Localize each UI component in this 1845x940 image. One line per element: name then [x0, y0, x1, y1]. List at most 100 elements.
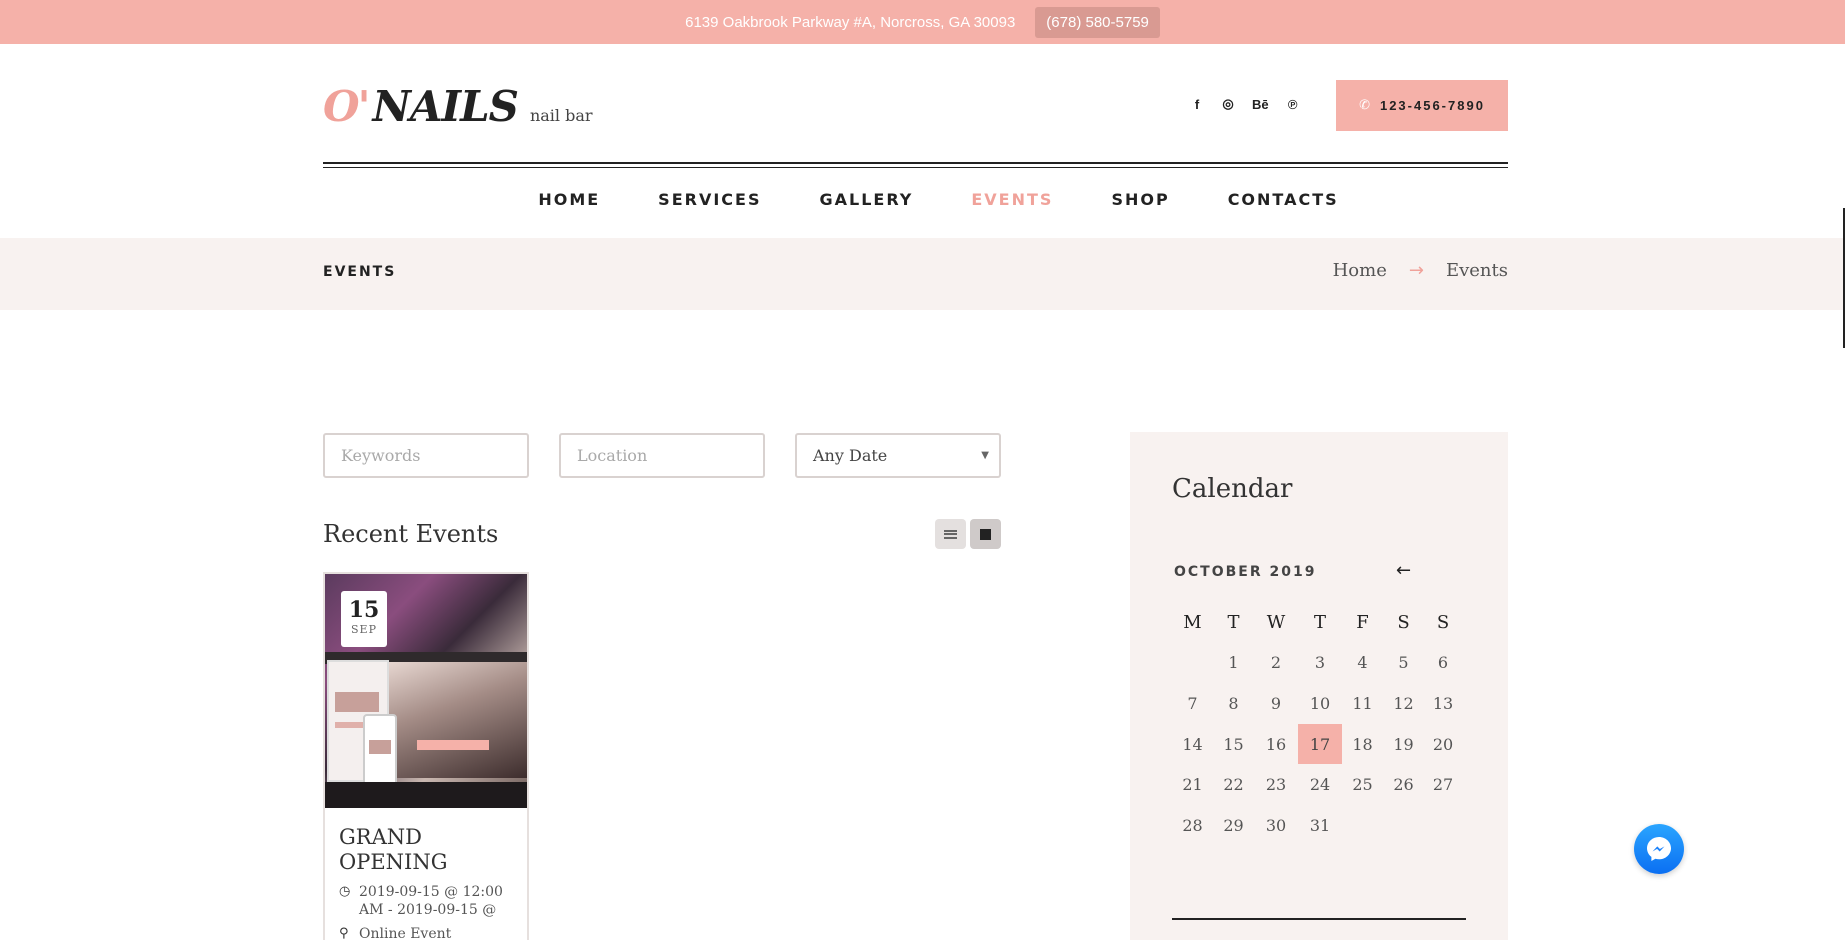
- pinterest-icon[interactable]: ℗: [1286, 97, 1300, 112]
- header-divider-thin: [323, 167, 1508, 168]
- call-button-number: 123-456-7890: [1379, 98, 1485, 113]
- main-nav: HOME SERVICES GALLERY EVENTS SHOP CONTAC…: [0, 190, 1845, 209]
- logo-apostrophe: ': [357, 82, 371, 131]
- calendar-title: Calendar: [1172, 474, 1293, 504]
- calendar-grid: M T W T F S S 1 2 3 4 5 6 7 8 9 10 11 12 13 14 15 16 17 18 19 20 21…: [1172, 602, 1462, 846]
- nav-item-contacts[interactable]: CONTACTS: [1228, 190, 1339, 209]
- calendar-weekday: T: [1227, 611, 1240, 633]
- event-title[interactable]: GRAND OPENING: [339, 825, 519, 875]
- list-view-button[interactable]: [935, 519, 966, 549]
- facebook-icon[interactable]: f: [1190, 97, 1204, 112]
- calendar-day[interactable]: 7: [1172, 683, 1213, 724]
- calendar-day[interactable]: 28: [1172, 805, 1213, 846]
- event-day: 15: [348, 597, 380, 623]
- calendar-day[interactable]: 13: [1424, 683, 1462, 724]
- nav-item-events[interactable]: EVENTS: [971, 190, 1053, 209]
- caret-down-icon: ▼: [981, 450, 989, 461]
- keywords-placeholder: Keywords: [341, 446, 421, 465]
- grid-view-button[interactable]: [970, 519, 1001, 549]
- calendar-day[interactable]: 8: [1213, 683, 1254, 724]
- calendar-day[interactable]: 15: [1213, 724, 1254, 765]
- calendar-day[interactable]: 12: [1383, 683, 1424, 724]
- nav-item-services[interactable]: SERVICES: [658, 190, 761, 209]
- event-time: ◷ 2019-09-15 @ 12:00 AM - 2019-09-15 @: [339, 883, 525, 919]
- event-location: ⚲ Online Event: [339, 925, 525, 940]
- calendar-day[interactable]: 27: [1424, 764, 1462, 805]
- breadcrumb: Home → Events: [1333, 260, 1508, 281]
- calendar-weekday: T: [1313, 611, 1326, 633]
- calendar-day[interactable]: 31: [1298, 805, 1342, 846]
- date-select-value: Any Date: [813, 446, 888, 465]
- address-text: 6139 Oakbrook Parkway #A, Norcross, GA 3…: [685, 13, 1016, 31]
- phone-icon: ✆: [1359, 98, 1370, 113]
- keywords-input[interactable]: Keywords: [323, 433, 529, 478]
- location-placeholder: Location: [577, 446, 648, 465]
- top-info-bar: 6139 Oakbrook Parkway #A, Norcross, GA 3…: [0, 0, 1845, 44]
- calendar-empty-cell: [1172, 643, 1213, 684]
- calendar-day[interactable]: 23: [1254, 764, 1298, 805]
- nav-item-shop[interactable]: SHOP: [1111, 190, 1169, 209]
- calendar-day[interactable]: 3: [1298, 643, 1342, 684]
- thumbnail-screen: [385, 662, 527, 778]
- breadcrumb-bar: EVENTS Home → Events: [0, 238, 1845, 310]
- breadcrumb-current: Events: [1445, 260, 1508, 281]
- recent-events-heading: Recent Events: [323, 520, 499, 548]
- grid-icon: [980, 528, 991, 540]
- calendar-day[interactable]: 2: [1254, 643, 1298, 684]
- calendar-day[interactable]: 22: [1213, 764, 1254, 805]
- behance-icon[interactable]: Bē: [1252, 97, 1269, 112]
- calendar-day[interactable]: 18: [1342, 724, 1383, 765]
- calendar-day[interactable]: 6: [1424, 643, 1462, 684]
- calendar-day[interactable]: 11: [1342, 683, 1383, 724]
- calendar-day[interactable]: 4: [1342, 643, 1383, 684]
- arrow-left-icon[interactable]: ←: [1396, 560, 1411, 581]
- breadcrumb-home-link[interactable]: Home: [1333, 260, 1387, 281]
- event-date-badge: 15 SEP: [341, 591, 387, 647]
- messenger-chat-button[interactable]: [1634, 824, 1684, 874]
- calendar-day[interactable]: 9: [1254, 683, 1298, 724]
- calendar-day[interactable]: 1: [1213, 643, 1254, 684]
- calendar-day[interactable]: 5: [1383, 643, 1424, 684]
- top-phone-link[interactable]: (678) 580-5759: [1035, 6, 1160, 38]
- call-button[interactable]: ✆ 123-456-7890: [1336, 80, 1508, 131]
- page-title: EVENTS: [323, 264, 397, 280]
- calendar-divider: [1172, 918, 1466, 920]
- calendar-day[interactable]: 21: [1172, 764, 1213, 805]
- location-pin-icon: ⚲: [339, 926, 349, 940]
- list-icon: [944, 529, 957, 539]
- logo-tagline: nail bar: [529, 106, 593, 125]
- calendar-day[interactable]: 20: [1424, 724, 1462, 765]
- calendar-day[interactable]: 29: [1213, 805, 1254, 846]
- calendar-weekday: M: [1183, 611, 1202, 633]
- event-card[interactable]: 15 SEP GRAND OPENING ◷ 2019-09-15 @ 12:0…: [323, 572, 529, 940]
- date-select[interactable]: Any Date ▼: [795, 433, 1001, 478]
- clock-icon: ◷: [339, 884, 351, 899]
- calendar-day[interactable]: 19: [1383, 724, 1424, 765]
- calendar-day[interactable]: 24: [1298, 764, 1342, 805]
- calendar-day[interactable]: 16: [1254, 724, 1298, 765]
- social-links: f ◎ Bē ℗: [1190, 96, 1300, 112]
- calendar-day-today[interactable]: 17: [1298, 723, 1342, 765]
- event-location-text: Online Event: [359, 926, 452, 940]
- calendar-month-label: OCTOBER 2019: [1174, 564, 1317, 580]
- calendar-day[interactable]: 26: [1383, 764, 1424, 805]
- nav-item-home[interactable]: HOME: [538, 190, 600, 209]
- instagram-icon[interactable]: ◎: [1221, 96, 1235, 112]
- calendar-weekday: W: [1266, 611, 1286, 633]
- calendar-widget: Calendar OCTOBER 2019 ← MTWTFSS123456789…: [1130, 432, 1508, 940]
- calendar-weekday: S: [1397, 611, 1410, 633]
- site-logo[interactable]: O ' NAILS nail bar: [323, 82, 593, 131]
- arrow-right-icon: →: [1408, 260, 1424, 281]
- thumbnail-phone: [363, 714, 397, 786]
- nav-item-gallery[interactable]: GALLERY: [819, 190, 913, 209]
- location-input[interactable]: Location: [559, 433, 765, 478]
- calendar-day[interactable]: 14: [1172, 724, 1213, 765]
- calendar-day[interactable]: 25: [1342, 764, 1383, 805]
- calendar-day[interactable]: 30: [1254, 805, 1298, 846]
- calendar-weekday: F: [1356, 611, 1369, 633]
- event-time-text: 2019-09-15 @ 12:00 AM - 2019-09-15 @: [359, 884, 503, 918]
- event-thumbnail[interactable]: 15 SEP: [325, 574, 527, 808]
- messenger-icon: [1647, 837, 1671, 861]
- logo-nails: NAILS: [372, 82, 518, 131]
- calendar-day[interactable]: 10: [1298, 683, 1342, 724]
